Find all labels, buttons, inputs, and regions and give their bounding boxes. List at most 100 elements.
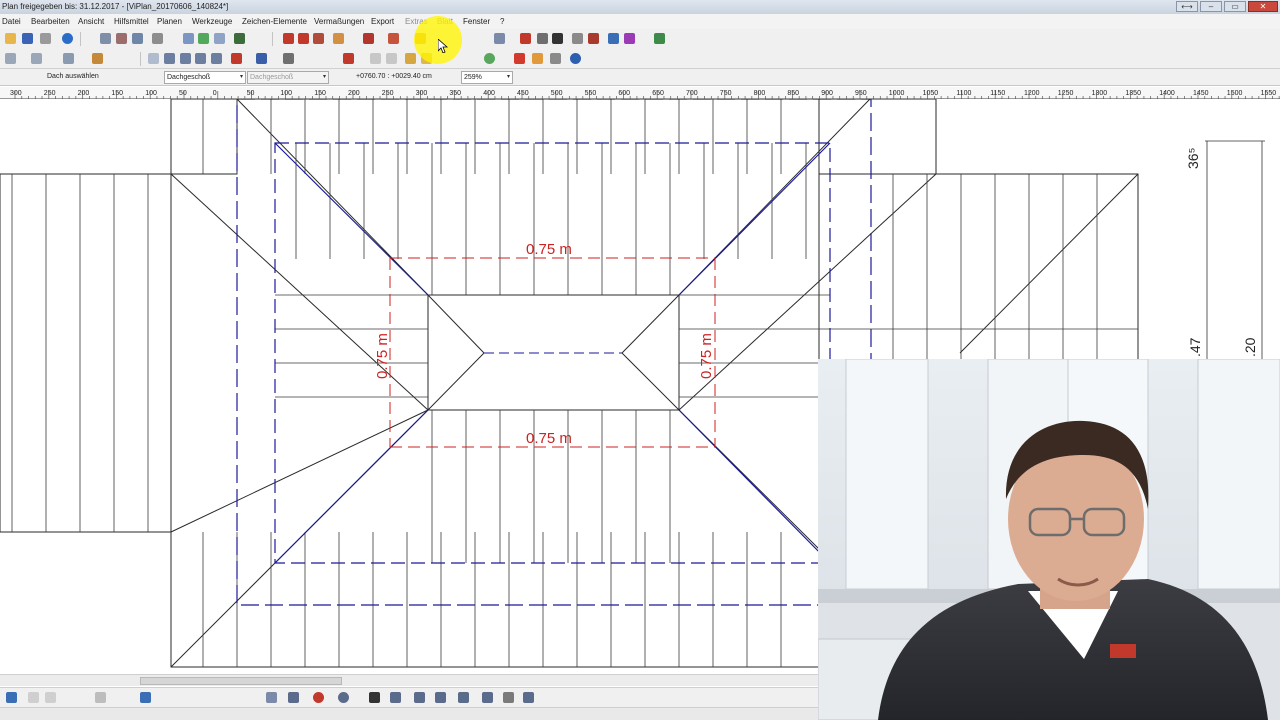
zoom-window-icon[interactable]	[116, 33, 127, 44]
window-icon[interactable]	[63, 53, 74, 64]
close-button[interactable]: ✕	[1248, 1, 1278, 12]
app-window: Plan freigegeben bis: 31.12.2017 - [ViPl…	[0, 0, 1280, 720]
ruler-tick-label: 1200	[1024, 90, 1040, 97]
arrow-down-icon[interactable]	[482, 692, 493, 703]
floor-select-secondary: Dachgeschoß ▾	[247, 71, 329, 84]
overhang-line	[236, 99, 872, 606]
hand-icon[interactable]	[152, 33, 163, 44]
ruler-tick-label: 200	[348, 90, 360, 97]
menu-zeichen-elemente[interactable]: Zeichen-Elemente	[242, 14, 307, 29]
hatch-tool-icon[interactable]	[414, 692, 425, 703]
dots-icon[interactable]	[148, 53, 159, 64]
ruler-tick-label: 400	[483, 90, 495, 97]
block-icon[interactable]	[503, 692, 514, 703]
logo-badge	[1110, 644, 1136, 658]
chevron-down-icon: ▾	[239, 74, 243, 80]
toolbar-separator	[80, 32, 81, 46]
circle-icon[interactable]	[313, 692, 324, 703]
ruler-scale: 300 250 200 150 100 50 0 50 100 150 200 250 300 350 40…	[10, 90, 1280, 99]
building-icon[interactable]	[31, 53, 42, 64]
terrain-icon[interactable]	[654, 33, 665, 44]
curve-icon[interactable]	[256, 53, 267, 64]
hatch-icon[interactable]	[572, 33, 583, 44]
floor-select[interactable]: Dachgeschoß ▾	[164, 71, 246, 84]
page-icon[interactable]	[100, 33, 111, 44]
pen-icon[interactable]	[537, 33, 548, 44]
menu-planen[interactable]: Planen	[157, 14, 182, 29]
dimension-icon[interactable]	[390, 692, 401, 703]
ruler-tick-label: 900	[821, 90, 833, 97]
delete-icon[interactable]	[514, 53, 525, 64]
horizontal-scrollbar[interactable]	[0, 674, 820, 686]
text-tool-icon[interactable]	[369, 692, 380, 703]
menu-ansicht[interactable]: Ansicht	[78, 14, 104, 29]
hip-line	[170, 409, 429, 533]
copy-icon[interactable]	[266, 692, 277, 703]
menu-vermassungen[interactable]: Vermaßungen	[314, 14, 364, 29]
ruler-tick-label: 800	[754, 90, 766, 97]
wall-icon[interactable]	[388, 33, 399, 44]
symbol-tool-icon[interactable]	[458, 692, 469, 703]
zoom-icon[interactable]	[132, 33, 143, 44]
minimize-button[interactable]: –	[1200, 1, 1222, 12]
menu-hilfsmittel[interactable]: Hilfsmittel	[114, 14, 149, 29]
red-tool-icon[interactable]	[283, 33, 294, 44]
disabled-tool-icon	[370, 53, 381, 64]
measure-icon[interactable]	[234, 33, 245, 44]
home-icon[interactable]	[5, 53, 16, 64]
image-icon[interactable]	[624, 33, 635, 44]
scrollbar-thumb[interactable]	[140, 677, 342, 685]
column-icon[interactable]	[494, 33, 505, 44]
select-icon[interactable]	[6, 692, 17, 703]
redo-icon[interactable]	[313, 33, 324, 44]
red-tool-2-icon[interactable]	[298, 33, 309, 44]
tree-icon[interactable]	[523, 692, 534, 703]
menu-help[interactable]: ?	[500, 14, 504, 29]
roof-icon[interactable]	[363, 33, 374, 44]
menu-fenster[interactable]: Fenster	[463, 14, 490, 29]
car-icon[interactable]	[283, 53, 294, 64]
snap-icon[interactable]	[198, 33, 209, 44]
print-icon[interactable]	[40, 33, 51, 44]
hammer-icon[interactable]	[532, 53, 543, 64]
delete-tool-icon[interactable]	[231, 53, 242, 64]
fill-icon[interactable]	[435, 692, 446, 703]
ellipse-icon[interactable]	[338, 692, 349, 703]
dimension-label-left: 0.75 m	[374, 333, 391, 379]
euro-icon[interactable]	[570, 53, 581, 64]
chevron-down-icon: ▾	[322, 74, 326, 80]
door-s-icon[interactable]	[195, 53, 206, 64]
text-icon[interactable]	[552, 33, 563, 44]
maximize-button[interactable]: ▭	[1224, 1, 1246, 12]
move-icon[interactable]	[140, 692, 151, 703]
beam-icon[interactable]	[520, 33, 531, 44]
ridge-line	[621, 352, 680, 411]
zoom-select[interactable]: 259% ▾	[461, 71, 513, 84]
open-icon[interactable]	[5, 33, 16, 44]
save-icon[interactable]	[22, 33, 33, 44]
house-icon[interactable]	[92, 53, 103, 64]
restore-icon[interactable]: ⟷	[1176, 1, 1198, 12]
pencil-icon[interactable]	[343, 53, 354, 64]
check-tool-icon[interactable]	[95, 692, 106, 703]
door-b-icon[interactable]	[180, 53, 191, 64]
ruler-tick-label: 700	[686, 90, 698, 97]
arrow-tool-icon[interactable]	[333, 33, 344, 44]
layer-icon[interactable]	[183, 33, 194, 44]
info-icon[interactable]	[62, 33, 73, 44]
menu-datei[interactable]: Datei	[2, 14, 21, 29]
check-icon[interactable]	[405, 53, 416, 64]
settings-icon[interactable]	[550, 53, 561, 64]
menu-werkzeuge[interactable]: Werkzeuge	[192, 14, 232, 29]
menu-bearbeiten[interactable]: Bearbeiten	[31, 14, 70, 29]
ruler-tick-label: 1000	[889, 90, 905, 97]
export-icon[interactable]	[608, 33, 619, 44]
symbol-icon[interactable]	[588, 33, 599, 44]
door-w-icon[interactable]	[164, 53, 175, 64]
circle-tool-icon[interactable]	[484, 53, 495, 64]
line-icon[interactable]	[288, 692, 299, 703]
coordinate-readout: +0760.70 : +0029.40 cm	[356, 73, 432, 80]
menu-export[interactable]: Export	[371, 14, 394, 29]
grid-icon[interactable]	[214, 33, 225, 44]
door-d-icon[interactable]	[211, 53, 222, 64]
